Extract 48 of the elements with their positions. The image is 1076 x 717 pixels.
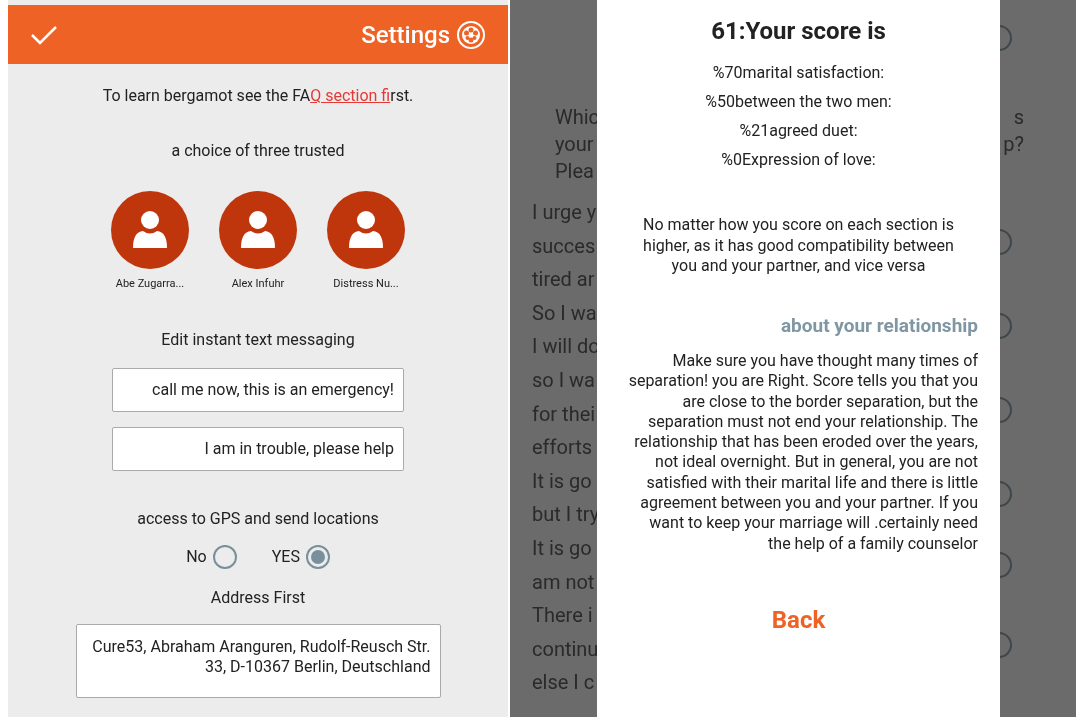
radio-label: YES	[271, 545, 300, 568]
paragraph-line: continu	[532, 635, 600, 663]
paragraph-line: It is go	[532, 467, 593, 495]
question-text: Whic	[555, 104, 600, 131]
paragraph-line: else I c	[532, 669, 596, 697]
paragraph-line: so I wa	[532, 366, 596, 394]
contact-name: Abe Zugarra...	[115, 276, 185, 292]
address-label: Address First	[210, 586, 306, 609]
contact-name: Alex Infuhr	[231, 276, 285, 292]
paragraph-line: but I try	[532, 501, 600, 529]
contact-name: Distress Nu...	[333, 276, 399, 292]
paragraph-line: It is go	[532, 534, 593, 562]
paragraph-line: There i	[532, 602, 594, 630]
person-icon	[347, 210, 385, 250]
relationship-text: Make sure you have thought many times of separation! you are Right. Score tells you that you are close to the border separation, but the separation must not end your relationship. The relationship that has been eroded over the years, not ideal overnight. But in general, you are not satisfied with their marital life and there is little agreement between you and your partner. If you want to keep your marriage will .certainly need the help of a family counselor	[627, 351, 978, 554]
person-icon	[131, 210, 169, 250]
score-line: %0Expression of love:	[721, 149, 876, 171]
paragraph-line: tired ar	[532, 266, 596, 294]
question-text: Plea	[555, 158, 595, 185]
dialog-title: 61:Your score is	[711, 16, 886, 47]
radio-label: No	[186, 545, 207, 568]
address-field[interactable]: Cure53, Abraham Aranguren, Rudolf-Reusch Str. 33, D-10367 Berlin, Deutschland	[75, 623, 441, 698]
score-note: No matter how you score on each section is higher, as it has good compatibility between you and your partner, and vice versa	[642, 215, 955, 277]
paragraph-line: So I wa	[532, 299, 598, 327]
faq-link[interactable]: Q section fi	[310, 86, 391, 105]
radio-button[interactable]	[305, 544, 330, 569]
question-text: p?	[1003, 131, 1024, 158]
radio-button[interactable]	[212, 544, 237, 569]
message-field[interactable]: I am in trouble, please help	[112, 426, 404, 471]
person-icon	[239, 210, 277, 250]
check-icon[interactable]	[30, 23, 58, 46]
paragraph-line: succes	[532, 232, 597, 260]
faq-sentence: To learn bergamot see the FAQ section first.	[102, 85, 414, 107]
messages-label: Edit instant text messaging	[161, 328, 355, 351]
paragraph-line: efforts	[532, 434, 594, 462]
section-title: about your relationship	[780, 312, 978, 339]
score-line: %21agreed duet:	[739, 120, 858, 142]
question-text: your	[555, 131, 595, 158]
paragraph-line: for thei	[532, 400, 597, 428]
trusted-label: a choice of three trusted	[171, 140, 345, 162]
message-field[interactable]: call me now, this is an emergency!	[112, 367, 404, 412]
score-line: %70marital satisfaction:	[712, 62, 885, 84]
gps-label: access to GPS and send locations	[137, 507, 379, 530]
question-text: s	[1013, 104, 1024, 131]
screen-title: Settings	[361, 19, 450, 51]
paragraph-line: I urge y	[532, 199, 598, 226]
score-line: %50between the two men:	[705, 91, 892, 113]
paragraph-line: am not	[532, 568, 596, 596]
